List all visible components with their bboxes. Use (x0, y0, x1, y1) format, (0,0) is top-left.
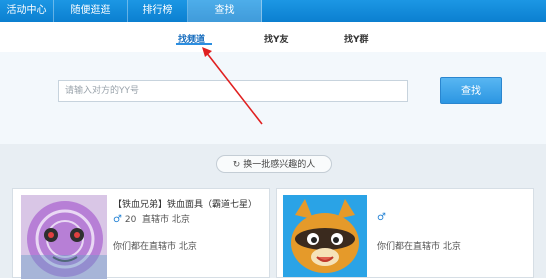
annotation-arrow (202, 47, 263, 125)
